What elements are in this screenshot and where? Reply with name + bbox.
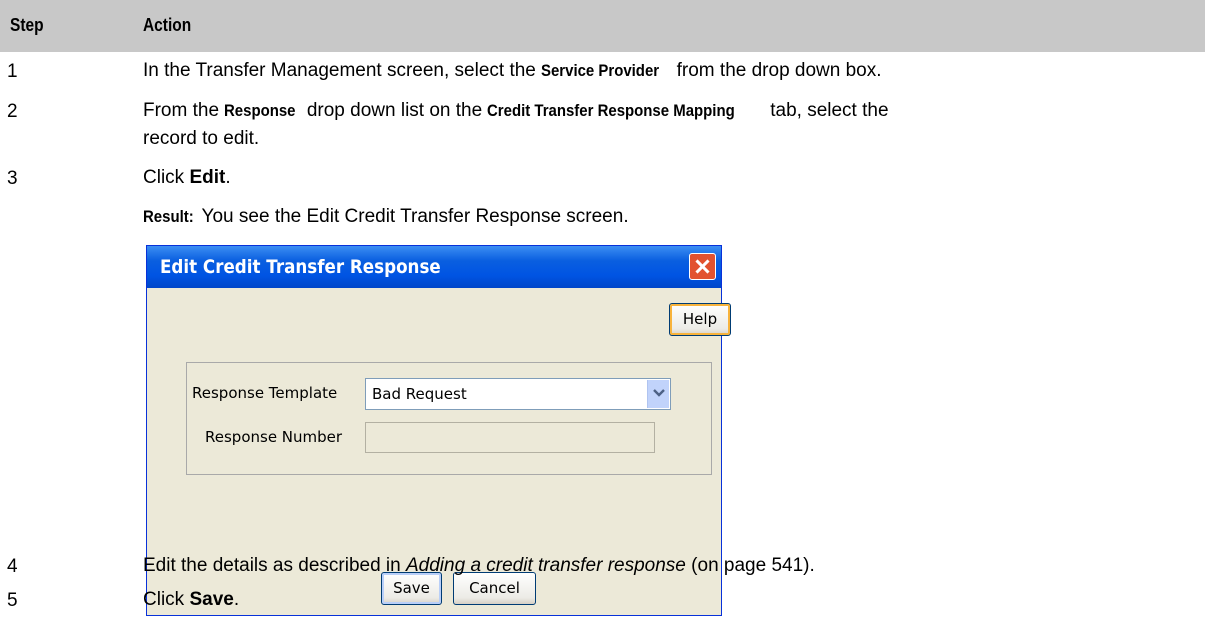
dialog-title: Edit Credit Transfer Response (160, 256, 441, 278)
bold-term: Response (224, 101, 296, 120)
table-header: Step Action (0, 0, 1205, 52)
step-number: 2 (7, 101, 18, 122)
response-number-label: Response Number (205, 428, 343, 446)
step-text-line2: record to edit. (143, 128, 260, 149)
response-number-field[interactable] (365, 422, 655, 453)
close-icon[interactable] (689, 253, 716, 280)
step-text: Click Save. (143, 589, 240, 610)
help-button[interactable]: Help (669, 303, 731, 336)
response-template-value: Bad Request (372, 385, 467, 403)
response-template-select[interactable]: Bad Request (365, 378, 671, 410)
header-step: Step (10, 15, 44, 35)
bold-term: Save (189, 589, 234, 610)
step-number: 4 (7, 556, 18, 577)
step-number: 3 (7, 168, 18, 189)
dialog-titlebar: Edit Credit Transfer Response (147, 246, 721, 288)
step-number: 1 (7, 61, 18, 82)
bold-term: Edit (189, 167, 226, 188)
step-text: Edit the details as described in Adding … (143, 555, 815, 576)
step-text: In the Transfer Management screen, selec… (143, 56, 882, 86)
header-action: Action (143, 15, 192, 35)
chevron-down-icon[interactable] (647, 380, 669, 408)
result-label: Result: (143, 207, 194, 226)
response-template-label: Response Template (192, 384, 338, 402)
bold-term: Service Provider (541, 61, 660, 80)
bold-term: Credit Transfer Response Mapping (487, 101, 736, 120)
step-text: From the Response drop down list on the … (143, 96, 889, 126)
step-text: Click Edit. (143, 167, 231, 188)
result-text: Result: You see the Edit Credit Transfer… (143, 202, 629, 232)
cross-reference-link[interactable]: Adding a credit transfer response (406, 555, 686, 576)
step-number: 5 (7, 590, 18, 611)
